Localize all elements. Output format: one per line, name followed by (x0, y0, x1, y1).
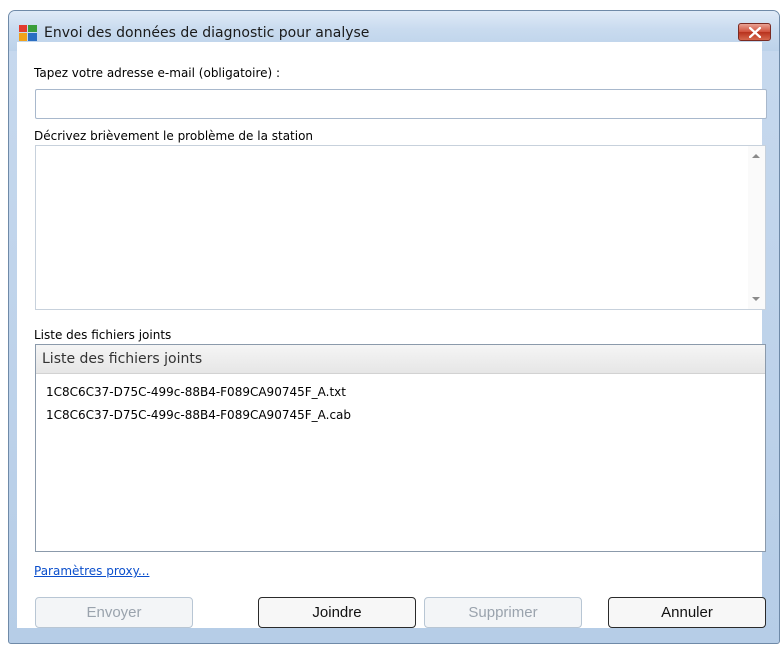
scroll-down-icon[interactable] (752, 297, 760, 301)
attachments-label: Liste des fichiers joints (34, 328, 172, 342)
description-textarea-container (35, 145, 766, 310)
email-field[interactable] (35, 89, 767, 119)
list-item[interactable]: 1C8C6C37-D75C-499c-88B4-F089CA90745F_A.c… (46, 408, 351, 422)
send-button[interactable]: Envoyer (35, 597, 193, 628)
description-scrollbar[interactable] (748, 146, 765, 309)
description-label: Décrivez brièvement le problème de la st… (34, 129, 314, 143)
close-button[interactable] (738, 23, 771, 41)
delete-button[interactable]: Supprimer (424, 597, 582, 628)
scroll-up-icon[interactable] (752, 154, 760, 158)
attachments-column-header[interactable]: Liste des fichiers joints (36, 345, 765, 374)
attachments-column-header-label: Liste des fichiers joints (42, 351, 203, 367)
attachments-list[interactable]: Liste des fichiers joints 1C8C6C37-D75C-… (35, 344, 766, 552)
email-label: Tapez votre adresse e-mail (obligatoire)… (34, 66, 281, 80)
attach-button[interactable]: Joindre (258, 597, 416, 628)
close-icon (749, 27, 761, 38)
window-title: Envoi des données de diagnostic pour ana… (44, 25, 370, 41)
proxy-settings-link[interactable]: Paramètres proxy... (34, 564, 149, 578)
description-textarea[interactable] (36, 146, 748, 309)
avg-logo-icon (19, 25, 37, 41)
list-item[interactable]: 1C8C6C37-D75C-499c-88B4-F089CA90745F_A.t… (46, 385, 346, 399)
cancel-button[interactable]: Annuler (608, 597, 766, 628)
